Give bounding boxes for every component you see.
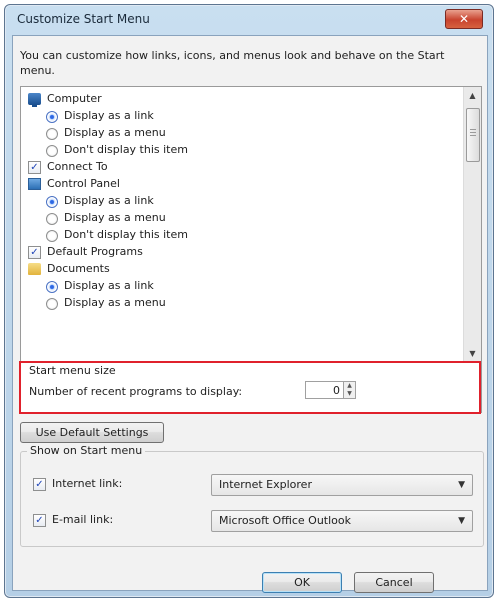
list-item-label: Display as a link	[64, 279, 154, 292]
customize-start-menu-window: Customize Start Menu ✕ You can customize…	[4, 4, 494, 598]
radio-button[interactable]	[46, 298, 58, 310]
list-item-label: Display as a link	[64, 109, 154, 122]
list-item-label: Control Panel	[47, 177, 120, 190]
internet-link-value: Internet Explorer	[219, 478, 312, 491]
internet-link-checkbox[interactable]: ✓	[33, 478, 46, 491]
list-item-label: Default Programs	[47, 245, 143, 258]
list-item-label: Display as a menu	[64, 126, 166, 139]
list-item-label: Computer	[47, 92, 102, 105]
email-link-select[interactable]: Microsoft Office Outlook ▼	[211, 510, 473, 532]
scroll-down-arrow-icon[interactable]: ▼	[464, 345, 481, 362]
radio-button[interactable]	[46, 145, 58, 157]
close-icon: ✕	[458, 12, 470, 26]
internet-link-select[interactable]: Internet Explorer ▼	[211, 474, 473, 496]
list-item-label: Documents	[47, 262, 110, 275]
scroll-up-arrow-icon[interactable]: ▲	[464, 87, 481, 104]
chevron-down-icon: ▼	[458, 480, 465, 490]
radio-button[interactable]	[46, 230, 58, 242]
internet-link-label: Internet link:	[52, 477, 123, 490]
radio-button[interactable]	[46, 128, 58, 140]
list-item-label: Connect To	[47, 160, 108, 173]
list-item-label: Display as a menu	[64, 211, 166, 224]
vertical-scrollbar[interactable]: ▲ ▼	[463, 87, 481, 362]
scroll-thumb[interactable]	[466, 108, 480, 162]
highlight-box	[19, 361, 481, 414]
show-on-start-menu-title: Show on Start menu	[27, 444, 146, 457]
checkbox[interactable]: ✓	[28, 161, 41, 174]
email-link-checkbox[interactable]: ✓	[33, 514, 46, 527]
radio-button[interactable]	[46, 213, 58, 225]
email-link-label: E-mail link:	[52, 513, 114, 526]
cancel-button[interactable]: Cancel	[354, 572, 434, 593]
dialog-body: You can customize how links, icons, and …	[12, 35, 488, 593]
radio-button[interactable]	[46, 196, 58, 208]
radio-button[interactable]	[46, 111, 58, 123]
ok-button[interactable]: OK	[262, 572, 342, 593]
chevron-down-icon: ▼	[458, 516, 465, 526]
start-menu-items-list[interactable]: Computer Display as a link Display as a me…	[20, 86, 482, 363]
list-item-label: Don't display this item	[64, 228, 188, 241]
radio-button[interactable]	[46, 281, 58, 293]
grip-icon	[470, 129, 476, 137]
email-link-value: Microsoft Office Outlook	[219, 514, 351, 527]
list-item-label: Display as a menu	[64, 296, 166, 309]
title-bar[interactable]: Customize Start Menu ✕	[5, 5, 493, 35]
list-item-label: Don't display this item	[64, 143, 188, 156]
close-button[interactable]: ✕	[445, 9, 483, 29]
list-items-container: Computer Display as a link Display as a me…	[21, 91, 464, 362]
show-on-start-menu-group: Show on Start menu ✓ Internet link: Inte…	[20, 444, 484, 547]
use-default-settings-button[interactable]: Use Default Settings	[20, 422, 164, 443]
control-panel-icon	[28, 178, 41, 190]
folder-icon	[28, 263, 41, 275]
list-item-label: Display as a link	[64, 194, 154, 207]
checkbox[interactable]: ✓	[28, 246, 41, 259]
computer-icon	[28, 93, 41, 107]
window-title: Customize Start Menu	[17, 12, 150, 26]
intro-text: You can customize how links, icons, and …	[20, 49, 445, 77]
